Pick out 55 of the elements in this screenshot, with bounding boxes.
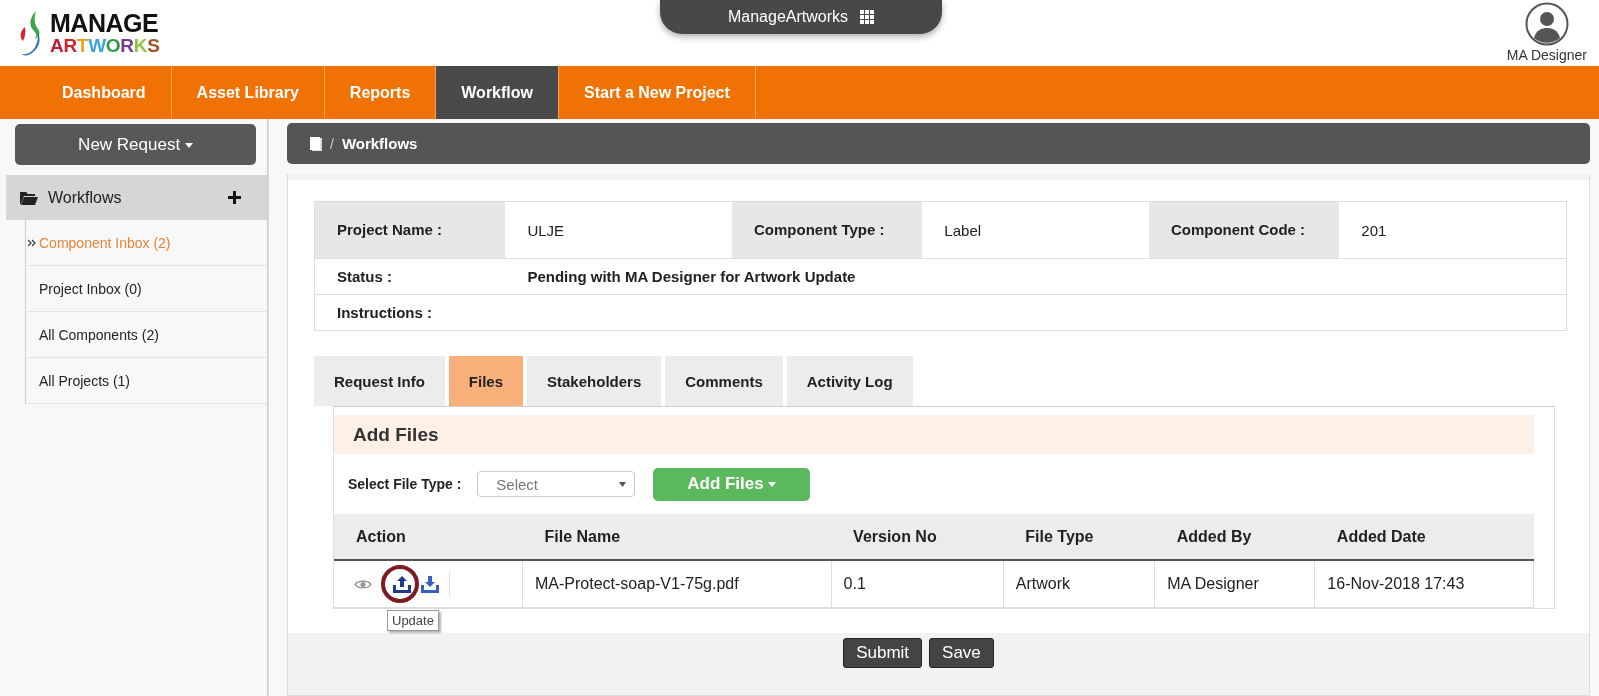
- field-label: Project Name :: [314, 201, 506, 259]
- section-title: Workflows: [48, 188, 123, 207]
- tab[interactable]: Comments: [665, 356, 783, 406]
- table-cell: 0.1: [831, 560, 1004, 608]
- field-label: Instructions :: [314, 294, 506, 331]
- logo-wordmark: ARTWORKS: [50, 36, 160, 55]
- sidebar-item[interactable]: All Projects (1): [25, 358, 267, 404]
- column-header: File Type: [1003, 514, 1155, 560]
- section-title: Add Files: [353, 423, 439, 446]
- field-label: Component Type :: [732, 201, 923, 259]
- new-request-button[interactable]: New Request: [15, 124, 256, 165]
- field-label: Status :: [314, 258, 506, 295]
- table-cell: 16-Nov-2018 17:43: [1314, 560, 1534, 608]
- table-cell: MA-Protect-soap-V1-75g.pdf: [522, 560, 832, 608]
- highlight-circle: [381, 564, 419, 603]
- column-header: Action: [334, 514, 523, 560]
- sidebar-item[interactable]: Project Inbox (0): [25, 266, 267, 312]
- column-header: Version No: [831, 514, 1004, 560]
- sidebar-section-header[interactable]: Workflows: [6, 175, 267, 220]
- folder-icon: [20, 190, 38, 205]
- upload-icon[interactable]: [393, 575, 411, 593]
- sidebar-item[interactable]: All Components (2): [25, 312, 267, 358]
- breadcrumb-current: Workflows: [341, 135, 418, 152]
- breadcrumb-separator: /: [330, 135, 334, 152]
- nav-tab[interactable]: Workflow: [436, 66, 559, 119]
- book-icon[interactable]: [309, 136, 322, 151]
- tooltip: Update: [387, 609, 439, 631]
- action-button[interactable]: Submit: [843, 638, 923, 668]
- field-label: Component Code :: [1148, 201, 1340, 259]
- logo-wordmark: MANAGE: [50, 11, 160, 36]
- action-button[interactable]: Save: [929, 638, 994, 668]
- file-type-dropdown[interactable]: Select: [477, 471, 636, 497]
- app-switcher[interactable]: ManageArtworks: [660, 0, 942, 34]
- tab[interactable]: Activity Log: [786, 356, 913, 406]
- avatar-icon[interactable]: [1524, 1, 1569, 46]
- field-value: Label: [922, 201, 1149, 259]
- field-value: 201: [1339, 201, 1567, 259]
- tab[interactable]: Files: [448, 356, 524, 406]
- column-header: Added Date: [1314, 514, 1534, 560]
- tab[interactable]: Stakeholders: [527, 356, 662, 406]
- field-label: Select File Type :: [348, 476, 462, 492]
- download-icon[interactable]: [421, 575, 439, 593]
- eye-icon[interactable]: [354, 578, 372, 590]
- user-name: MA Designer: [1506, 46, 1587, 63]
- dropdown-arrow-icon: [619, 481, 627, 487]
- field-value: ULJE: [505, 201, 732, 259]
- plus-icon[interactable]: [228, 191, 241, 204]
- table-cell: MA Designer: [1154, 560, 1315, 608]
- column-header: Added By: [1154, 514, 1315, 560]
- status-value: Pending with MA Designer for Artwork Update: [505, 258, 1567, 295]
- grid-icon: [860, 10, 874, 24]
- tab[interactable]: Request Info: [314, 356, 445, 406]
- column-header: File Name: [522, 514, 832, 560]
- double-chevron-icon: [28, 238, 36, 247]
- table-cell: Artwork: [1003, 560, 1155, 608]
